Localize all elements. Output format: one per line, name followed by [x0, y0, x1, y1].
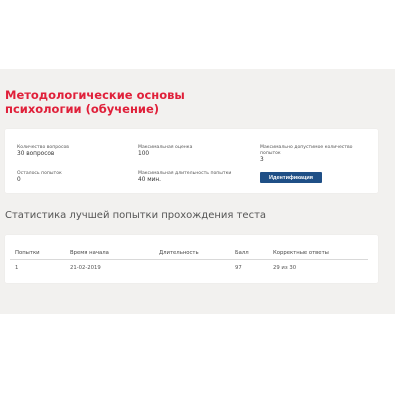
stats-heading: Статистика лучшей попытки прохождения те… [5, 210, 267, 221]
max-score-label: Максимальная оценка [138, 145, 193, 150]
identification-button[interactable]: Идентификация [260, 172, 322, 183]
attempts-left-value: 0 [17, 177, 21, 183]
question-count-label: Количество вопросов [17, 145, 70, 150]
table-header-divider [10, 259, 368, 260]
cell-correct-answers: 29 из 30 [273, 265, 297, 271]
column-header-score: Балл [235, 250, 249, 256]
stats-table: Попытки Время начала Длительность Балл К… [5, 235, 378, 283]
column-header-start-time: Время начала [70, 250, 109, 256]
cell-attempt: 1 [15, 265, 19, 271]
attempts-left-label: Осталось попыток [17, 171, 62, 176]
column-header-correct-answers: Корректные ответы [273, 250, 329, 256]
max-duration-label: Максимальная длительность попытки [138, 171, 232, 176]
max-duration-value: 40 мин. [138, 177, 161, 183]
column-header-attempts: Попытки [15, 250, 40, 256]
max-attempts-value: 3 [260, 157, 264, 163]
test-info-card: Количество вопросов 30 вопросов Максимал… [5, 129, 378, 193]
question-count-value: 30 вопросов [17, 151, 55, 157]
course-title: Методологические основы психологии (обуч… [5, 88, 185, 116]
max-score-value: 100 [138, 151, 150, 157]
column-header-duration: Длительность [159, 250, 199, 256]
max-attempts-label: Максимально допустимое количество попыто… [260, 145, 353, 156]
cell-score: 97 [235, 265, 242, 271]
cell-start-time: 21-02-2019 [70, 265, 101, 271]
